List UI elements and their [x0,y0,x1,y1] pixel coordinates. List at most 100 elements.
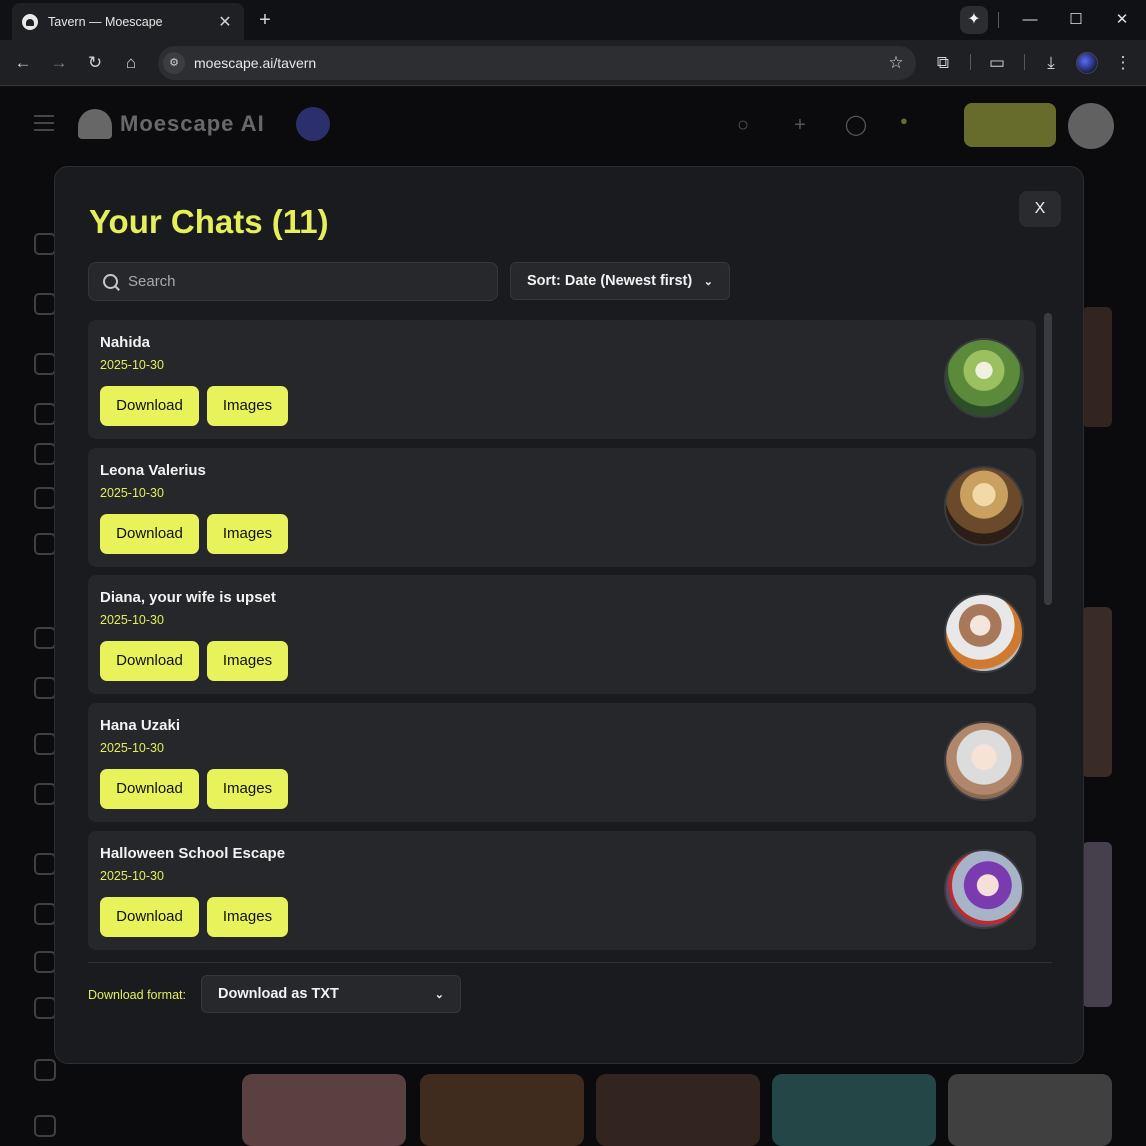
images-button[interactable]: Images [207,386,288,426]
chat-date: 2025-10-30 [100,486,164,500]
chat-date: 2025-10-30 [100,741,164,755]
sidebar-icon[interactable] [34,443,56,465]
chevron-down-icon: ⌄ [703,275,713,288]
sidebar-icon[interactable] [34,487,56,509]
extensions-icon[interactable]: ⧉ [931,51,955,75]
download-button[interactable]: Download [100,897,199,937]
sidebar-icon[interactable] [34,533,56,555]
character-thumbnail[interactable] [772,1074,936,1146]
download-button[interactable]: Download [100,514,199,554]
chat-date: 2025-10-30 [100,358,164,372]
sort-select-value: Sort: Date (Newest first) [527,273,693,289]
sidebar-icon[interactable] [34,677,56,699]
character-thumbnail[interactable] [420,1074,584,1146]
character-avatar[interactable] [944,593,1024,673]
sidebar-icon[interactable] [34,233,56,255]
browser-chrome: Tavern — Moescape ✕ + ✦ — ☐ ✕ ← → ↻ ⌂ ⚙ … [0,0,1146,86]
subscribe-button[interactable] [964,103,1056,147]
favicon-icon [22,13,38,30]
images-button[interactable]: Images [207,897,288,937]
window-close-icon[interactable]: ✕ [1110,8,1134,32]
sidebar-icon[interactable] [34,853,56,875]
maximize-icon[interactable]: ☐ [1064,8,1088,32]
chat-name: Leona Valerius [100,462,206,479]
home-icon[interactable]: ⌂ [119,51,143,75]
profile-avatar[interactable] [1076,52,1098,74]
download-icon[interactable]: ⤓ [1039,51,1063,75]
cast-search-icon[interactable]: ▭ [985,51,1009,75]
plus-icon[interactable]: + [788,113,812,137]
images-button[interactable]: Images [207,514,288,554]
images-button[interactable]: Images [207,641,288,681]
back-icon[interactable]: ← [11,51,35,75]
character-thumbnail[interactable] [948,1074,1112,1146]
chat-card: Halloween School Escape 2025-10-30 Downl… [88,831,1036,950]
download-button[interactable]: Download [100,641,199,681]
divider [970,54,971,70]
bell-icon[interactable]: ◯ [844,113,868,137]
new-tab-icon[interactable]: + [254,9,276,31]
character-thumbnail[interactable] [1082,307,1112,427]
chat-card: Nahida 2025-10-30 Download Images [88,320,1036,439]
chat-name: Halloween School Escape [100,845,286,862]
chevron-down-icon: ⌄ [434,988,444,1001]
sidebar-icon[interactable] [34,353,56,375]
character-avatar[interactable] [944,721,1024,801]
search-icon[interactable]: ○ [731,113,755,137]
hamburger-menu-icon[interactable] [34,115,54,131]
logo-icon [78,109,112,139]
tab-close-icon[interactable]: ✕ [216,12,234,32]
bookmark-star-icon[interactable]: ☆ [882,53,910,73]
sidebar-icon[interactable] [34,903,56,925]
sidebar-icon[interactable] [34,951,56,973]
download-format-value: Download as TXT [218,986,339,1002]
chat-name: Diana, your wife is upset [100,589,276,606]
character-avatar[interactable] [944,338,1024,418]
sidebar-icon[interactable] [34,733,56,755]
user-avatar[interactable] [1068,103,1114,149]
download-button[interactable]: Download [100,769,199,809]
search-icon [102,273,120,291]
chats-modal: Your Chats (11) X Sort: Date (Newest fir… [54,166,1084,1064]
search-input[interactable] [128,273,488,290]
menu-icon[interactable]: ⋮ [1111,51,1135,75]
chat-list[interactable]: Nahida 2025-10-30 Download Images Leona … [88,320,1036,952]
sidebar-icon[interactable] [34,783,56,805]
character-thumbnail[interactable] [1082,607,1112,777]
browser-toolbar: ← → ↻ ⌂ ⚙ moescape.ai/tavern ☆ ⧉ ▭ ⤓ ⋮ [0,40,1146,86]
download-format-select[interactable]: Download as TXT ⌄ [201,975,461,1013]
sidebar-icon[interactable] [34,997,56,1019]
download-button[interactable]: Download [100,386,199,426]
address-bar[interactable]: ⚙ moescape.ai/tavern ☆ [158,46,916,80]
gemini-icon[interactable]: ✦ [960,6,988,34]
url-path: /tavern [273,55,317,71]
tab-title: Tavern — Moescape [48,14,163,29]
character-thumbnail[interactable] [596,1074,760,1146]
sidebar-icon[interactable] [34,627,56,649]
character-thumbnail[interactable] [242,1074,406,1146]
scrollbar[interactable] [1044,313,1052,605]
images-button[interactable]: Images [207,769,288,809]
search-box[interactable] [88,262,498,301]
character-avatar[interactable] [944,849,1024,929]
discord-icon[interactable] [296,107,330,141]
reload-icon[interactable]: ↻ [83,51,107,75]
divider [88,962,1052,963]
coin-icon: ● [900,113,908,128]
sidebar-icon[interactable] [34,293,56,315]
sidebar-icon[interactable] [34,1115,56,1137]
chat-date: 2025-10-30 [100,613,164,627]
sort-select[interactable]: Sort: Date (Newest first) ⌄ [510,262,730,300]
character-avatar[interactable] [944,466,1024,546]
sidebar-icon[interactable] [34,1059,56,1081]
url-text[interactable]: moescape.ai/tavern [194,55,882,71]
site-info-icon[interactable]: ⚙ [163,52,185,74]
chat-card: Hana Uzaki 2025-10-30 Download Images [88,703,1036,822]
minimize-icon[interactable]: — [1018,8,1042,32]
forward-icon[interactable]: → [47,51,71,75]
close-button[interactable]: X [1019,191,1061,227]
character-thumbnail[interactable] [1082,842,1112,1007]
sidebar-icon[interactable] [34,403,56,425]
chat-name: Nahida [100,334,151,351]
browser-tab[interactable]: Tavern — Moescape ✕ [12,3,244,40]
